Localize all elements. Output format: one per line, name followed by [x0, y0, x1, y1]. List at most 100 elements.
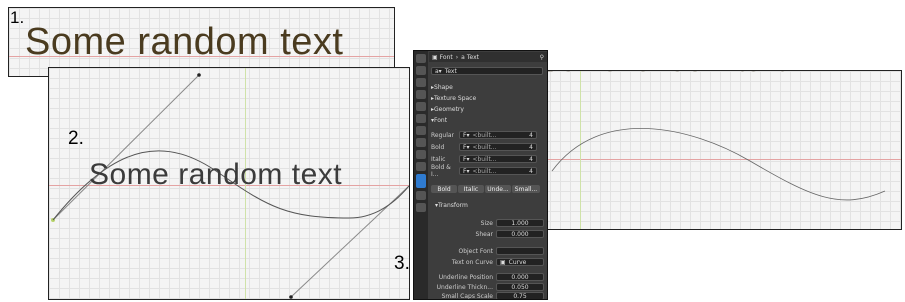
font-users: 4 [529, 143, 533, 151]
breadcrumb: ▣ Font › a Text ⚲ [429, 52, 547, 62]
font-selector[interactable]: F▾ <built... 4 [459, 143, 537, 151]
underline-thickness-field[interactable]: 0.050 [496, 283, 544, 291]
text-object[interactable]: Some random text [89, 158, 342, 192]
font-row-italic: Italic F▾ <built... 4 [429, 154, 547, 164]
size-value: 1.000 [511, 219, 529, 227]
curve-icon: ▣ [500, 258, 506, 266]
underline-thickness-label: Underline Thickn... [436, 283, 493, 291]
italic-label: Italic [463, 185, 479, 193]
physics-tab-icon[interactable] [416, 162, 426, 171]
font-row-label: Italic [431, 155, 446, 163]
handle-point [289, 295, 293, 299]
underline-position-value: 0.000 [511, 273, 529, 281]
font-row-label: Bold [431, 143, 445, 151]
shear-field[interactable]: 0.000 [496, 230, 544, 238]
font-users: 4 [529, 131, 533, 139]
font-datablock-icon: ▣ [432, 53, 438, 61]
text-icon: a▾ [435, 67, 442, 75]
section-shape-label: Shape [434, 83, 453, 91]
breadcrumb-text: Text [466, 53, 479, 61]
font-value: <built... [472, 155, 497, 163]
small-caps-button[interactable]: Small... [512, 185, 540, 193]
section-texture-space[interactable]: ▸ Texture Space [429, 93, 547, 103]
font-users: 4 [529, 155, 533, 163]
font-row-label: Regular [431, 131, 455, 139]
step-label-2: 2. [68, 128, 84, 149]
datablock-name-field[interactable]: a▾ Text [431, 67, 543, 75]
font-value: <built... [472, 167, 497, 175]
curved-text: Some random text [540, 71, 786, 78]
italic-button[interactable]: Italic [458, 185, 484, 193]
font-selector[interactable]: F▾ <built... 4 [459, 131, 537, 139]
chevron-right-icon: › [455, 53, 459, 61]
underline-button[interactable]: Unde... [485, 185, 511, 193]
small-caps-label: Small... [514, 185, 538, 193]
object-font-row: Object Font [429, 246, 547, 256]
font-row-bold-italic: Bold & I... F▾ <built... 4 [429, 164, 547, 178]
small-caps-scale-field[interactable]: 0.75 [496, 292, 544, 300]
section-shape[interactable]: ▸ Shape [429, 82, 547, 92]
modifier-tab-icon[interactable] [416, 138, 426, 147]
font-selector[interactable]: F▾ <built... 4 [459, 167, 537, 175]
datablock-name: Text [444, 67, 457, 75]
font-row-bold: Bold F▾ <built... 4 [429, 142, 547, 152]
font-users: 4 [529, 167, 533, 175]
output-tab-icon[interactable] [416, 78, 426, 87]
section-transform[interactable]: ▾ Transform [429, 200, 547, 210]
font-value: <built... [472, 131, 497, 139]
size-row: Size 1.000 [429, 218, 547, 228]
world-tab-icon[interactable] [416, 114, 426, 123]
object-font-label: Object Font [458, 247, 493, 255]
underline-position-label: Underline Position [438, 273, 493, 281]
small-caps-scale-label: Small Caps Scale [441, 292, 493, 300]
size-field[interactable]: 1.000 [496, 219, 544, 227]
pin-icon[interactable]: ⚲ [540, 54, 544, 61]
font-icon: F▾ [463, 155, 470, 163]
section-font[interactable]: ▾ Font [429, 115, 547, 125]
curve-guide [551, 128, 886, 201]
underline-position-row: Underline Position 0.000 [429, 272, 547, 282]
bold-button[interactable]: Bold [431, 185, 457, 193]
particles-tab-icon[interactable] [416, 150, 426, 159]
small-caps-scale-row: Small Caps Scale 0.75 [429, 291, 547, 300]
shear-value: 0.000 [511, 230, 529, 238]
view-layer-tab-icon[interactable] [416, 90, 426, 99]
curved-text-svg[interactable]: Some random text [540, 71, 902, 230]
font-row-label: Bold & I... [431, 164, 451, 178]
underline-thickness-value: 0.050 [511, 283, 529, 291]
section-texture-space-label: Texture Space [434, 94, 477, 102]
section-geometry-label: Geometry [434, 105, 464, 113]
plain-text-object[interactable]: Some random text [25, 21, 343, 64]
text-on-curve-row: Text on Curve ▣ Curve [429, 257, 547, 267]
style-buttons: Bold Italic Unde... Small... [429, 184, 547, 194]
section-geometry[interactable]: ▸ Geometry [429, 104, 547, 114]
tool-tab-icon[interactable] [416, 54, 426, 63]
step-label-1: 1. [10, 8, 25, 27]
object-tab-icon[interactable] [416, 126, 426, 135]
section-transform-label: Transform [438, 201, 468, 209]
texture-tab-icon[interactable] [416, 203, 426, 212]
properties-tab-bar [414, 51, 428, 299]
underline-label: Unde... [487, 185, 509, 193]
underline-position-field[interactable]: 0.000 [496, 273, 544, 281]
font-selector[interactable]: F▾ <built... 4 [459, 155, 537, 163]
font-icon: F▾ [463, 131, 470, 139]
material-tab-icon[interactable] [416, 191, 426, 200]
scene-tab-icon[interactable] [416, 102, 426, 111]
text-on-curve-field[interactable]: ▣ Curve [496, 258, 544, 266]
font-value: <built... [472, 143, 497, 151]
breadcrumb-font: Font [439, 53, 453, 61]
viewport-panel-3: Some random text [540, 70, 902, 230]
size-label: Size [480, 219, 493, 227]
viewport-panel-2: Some random text [48, 67, 410, 300]
render-tab-icon[interactable] [416, 66, 426, 75]
small-caps-scale-value: 0.75 [513, 292, 527, 300]
text-on-curve-value: Curve [508, 258, 527, 266]
data-tab-icon[interactable] [416, 174, 426, 188]
object-font-field[interactable] [496, 247, 544, 255]
handle-point [197, 73, 201, 77]
section-font-label: Font [434, 116, 448, 124]
shear-label: Shear [475, 230, 493, 238]
text-on-curve-label: Text on Curve [451, 258, 493, 266]
step-label-3: 3. [394, 253, 410, 274]
